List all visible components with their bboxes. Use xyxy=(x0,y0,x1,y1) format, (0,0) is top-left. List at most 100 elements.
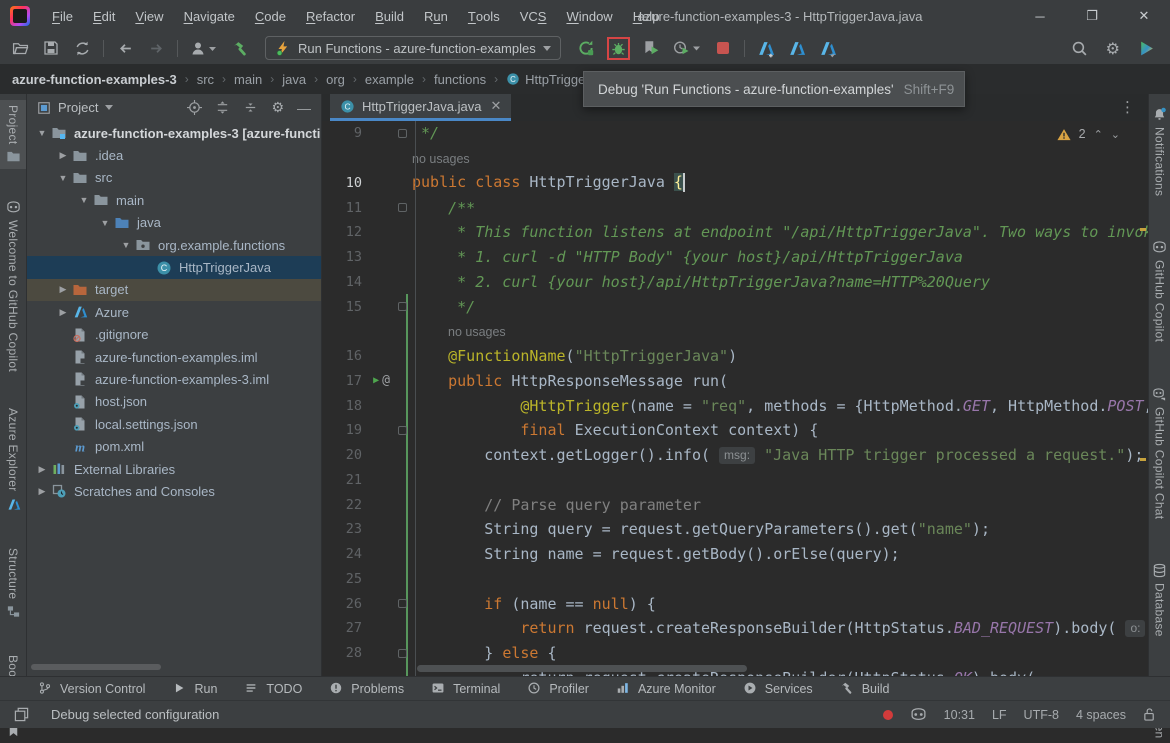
tree-item--gitignore[interactable]: .gitignore xyxy=(27,324,321,346)
settings-gear-icon[interactable]: ⚙ xyxy=(1106,39,1120,58)
panel-settings-gear-icon[interactable]: ⚙ xyxy=(271,100,284,116)
tree-expand-arrow[interactable]: ▼ xyxy=(96,218,114,228)
tool-window-layout-icon[interactable] xyxy=(14,707,29,722)
menu-file[interactable]: File xyxy=(42,0,83,32)
tree-expand-arrow[interactable]: ▼ xyxy=(117,240,135,250)
run-configuration-select[interactable]: Run Functions - azure-function-examples xyxy=(265,36,561,60)
tree-item--idea[interactable]: ▶.idea xyxy=(27,144,321,166)
fold-marker-icon[interactable] xyxy=(398,599,407,608)
hide-panel-icon[interactable]: — xyxy=(297,100,311,116)
tool-window-button-problems[interactable]: Problems xyxy=(329,681,404,696)
search-icon[interactable] xyxy=(1070,38,1090,58)
tree-item-scratches-and-consoles[interactable]: ▶Scratches and Consoles xyxy=(27,480,321,502)
code-line[interactable]: 15 */ xyxy=(322,294,1148,319)
fold-marker-icon[interactable] xyxy=(398,426,407,435)
tool-window-button-terminal[interactable]: Terminal xyxy=(431,681,500,696)
breadcrumb-item[interactable]: main xyxy=(234,72,262,87)
inlay-hint-row[interactable]: no usages xyxy=(322,146,1148,171)
tree-item-azure-function-examples-3-azur[interactable]: ▼azure-function-examples-3 [azure-functi xyxy=(27,122,321,144)
gutter[interactable]: 9 xyxy=(322,125,392,141)
locate-file-icon[interactable] xyxy=(187,100,202,115)
user-profile-icon[interactable] xyxy=(189,38,219,58)
azure-icon[interactable] xyxy=(787,38,807,58)
gutter[interactable]: 13 xyxy=(322,249,392,265)
gutter[interactable]: 10 xyxy=(322,175,392,191)
expand-all-icon[interactable] xyxy=(215,100,230,115)
menu-vcs[interactable]: VCS xyxy=(510,0,557,32)
tree-item-azure-function-examples-iml[interactable]: azure-function-examples.iml xyxy=(27,346,321,368)
warning-stripe-mark[interactable] xyxy=(1140,228,1146,231)
menu-navigate[interactable]: Navigate xyxy=(174,0,245,32)
tree-item-azure-function-examples-3-iml[interactable]: azure-function-examples-3.iml xyxy=(27,368,321,390)
stripe-button-structure[interactable]: Structure xyxy=(0,543,26,624)
stop-button[interactable] xyxy=(713,38,733,58)
stripe-button-notifications[interactable]: Notifications xyxy=(1149,102,1170,201)
tree-item-host-json[interactable]: host.json xyxy=(27,391,321,413)
debug-button-highlighted[interactable] xyxy=(607,37,630,60)
tree-item-org-example-functions[interactable]: ▼org.example.functions xyxy=(27,234,321,256)
warning-stripe-mark[interactable] xyxy=(1140,458,1146,461)
gutter[interactable]: 24 xyxy=(322,546,392,562)
gutter[interactable]: 18 xyxy=(322,398,392,414)
tree-item-pom-xml[interactable]: mpom.xml xyxy=(27,435,321,457)
menu-run[interactable]: Run xyxy=(414,0,458,32)
tree-item-httptriggerjava[interactable]: CHttpTriggerJava xyxy=(27,256,321,278)
run-button[interactable] xyxy=(576,38,596,58)
gradient-play-icon[interactable] xyxy=(1136,38,1156,58)
tree-item-main[interactable]: ▼main xyxy=(27,189,321,211)
tool-window-button-todo[interactable]: TODO xyxy=(244,681,302,696)
azure-add-icon[interactable] xyxy=(756,38,776,58)
file-encoding[interactable]: UTF-8 xyxy=(1024,708,1059,722)
code-line[interactable]: 9 */ xyxy=(322,121,1148,146)
tree-item-target[interactable]: ▶target xyxy=(27,279,321,301)
forward-icon[interactable] xyxy=(146,38,166,58)
editor-horizontal-scrollbar[interactable] xyxy=(417,665,747,672)
tree-expand-arrow[interactable]: ▶ xyxy=(33,464,51,475)
code-line[interactable]: 19 final ExecutionContext context) { xyxy=(322,418,1148,443)
build-hammer-icon[interactable] xyxy=(230,38,250,58)
tree-item-external-libraries[interactable]: ▶External Libraries xyxy=(27,458,321,480)
tree-item-src[interactable]: ▼src xyxy=(27,167,321,189)
tree-item-java[interactable]: ▼java xyxy=(27,212,321,234)
gutter[interactable]: 20 xyxy=(322,447,392,463)
code-line[interactable]: 23 String query = request.getQueryParame… xyxy=(322,517,1148,542)
gutter[interactable]: 17▶@ xyxy=(322,373,392,389)
code-line[interactable]: 22 // Parse query parameter xyxy=(322,492,1148,517)
gutter[interactable]: 26 xyxy=(322,596,392,612)
code-line[interactable]: 13 * 1. curl -d "HTTP Body" {your host}/… xyxy=(322,245,1148,270)
open-folder-icon[interactable] xyxy=(10,38,30,58)
code-line[interactable]: 25 xyxy=(322,567,1148,592)
tree-expand-arrow[interactable]: ▼ xyxy=(75,195,93,205)
breadcrumb-item[interactable]: azure-function-examples-3 xyxy=(12,72,177,87)
menu-view[interactable]: View xyxy=(125,0,173,32)
gutter[interactable]: 27 xyxy=(322,620,392,636)
breadcrumb-item[interactable]: org xyxy=(326,72,345,87)
caret-position[interactable]: 10:31 xyxy=(944,708,975,722)
code-line[interactable]: 21 xyxy=(322,468,1148,493)
next-problem-icon[interactable]: ⌄ xyxy=(1111,128,1120,141)
breadcrumb-item[interactable]: example xyxy=(365,72,414,87)
usages-inlay-hint[interactable]: no usages xyxy=(412,152,470,166)
chevron-down-icon[interactable] xyxy=(105,105,113,110)
prev-problem-icon[interactable]: ⌃ xyxy=(1094,128,1103,141)
code-line[interactable]: 10public class HttpTriggerJava { xyxy=(322,171,1148,196)
minimize-button[interactable]: ─ xyxy=(1014,0,1066,32)
tab-httptriggerjava[interactable]: C HttpTriggerJava.java ✕ xyxy=(330,94,511,121)
gutter[interactable]: 15 xyxy=(322,299,392,315)
fold-marker-icon[interactable] xyxy=(398,203,407,212)
project-horizontal-scrollbar[interactable] xyxy=(31,664,161,670)
stripe-button-github-copilot[interactable]: GitHub Copilot xyxy=(1149,235,1170,347)
tree-expand-arrow[interactable]: ▶ xyxy=(54,150,72,161)
stripe-button-project[interactable]: Project xyxy=(0,100,26,169)
tree-expand-arrow[interactable]: ▶ xyxy=(54,307,72,318)
stripe-button-welcome-to-github-copilot[interactable]: Welcome to GitHub Copilot xyxy=(0,195,26,377)
collapse-all-icon[interactable] xyxy=(243,100,258,115)
copilot-status-icon[interactable] xyxy=(910,707,927,722)
code-line[interactable]: 20 context.getLogger().info( msg: "Java … xyxy=(322,443,1148,468)
gutter[interactable]: 16 xyxy=(322,348,392,364)
back-icon[interactable] xyxy=(115,38,135,58)
menu-edit[interactable]: Edit xyxy=(83,0,125,32)
fold-marker-icon[interactable] xyxy=(398,129,407,138)
stripe-button-azure-explorer[interactable]: Azure Explorer xyxy=(0,403,26,517)
close-button[interactable]: ✕ xyxy=(1118,0,1170,32)
